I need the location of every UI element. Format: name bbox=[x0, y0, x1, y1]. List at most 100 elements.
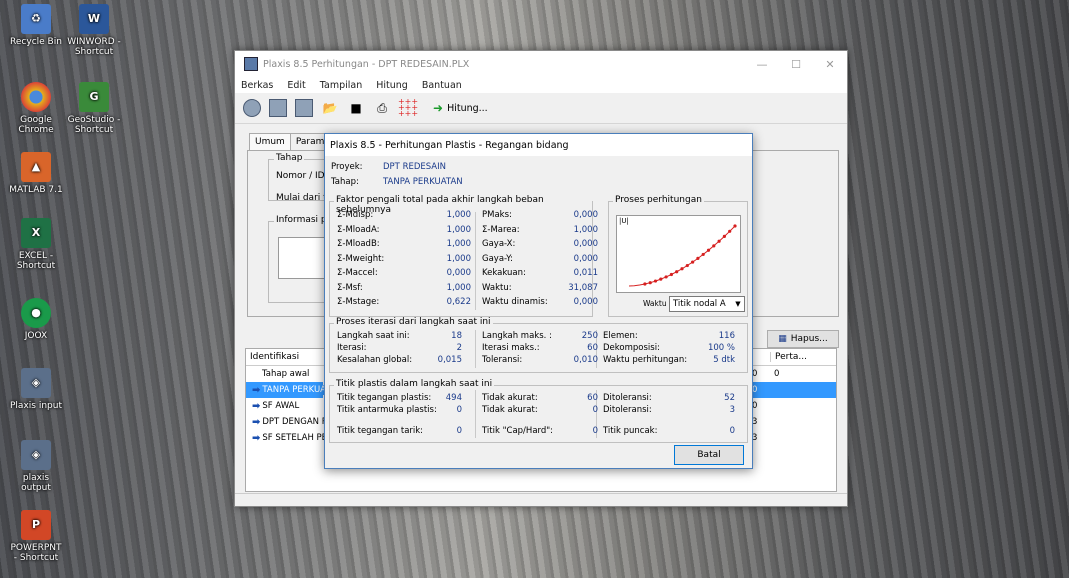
select-points-icon[interactable]: +++ +++ +++ bbox=[398, 98, 418, 118]
desktop-icon-excel[interactable]: X EXCEL - Shortcut bbox=[8, 218, 64, 271]
param-value: 0,000 bbox=[446, 268, 471, 278]
recycle-bin-icon: ♻ bbox=[21, 4, 51, 34]
curve-point bbox=[675, 270, 679, 274]
param-label: Σ-Mstage: bbox=[337, 297, 380, 307]
param-value: 116 bbox=[718, 331, 735, 341]
desktop-icon-plaxis-input[interactable]: ◈ Plaxis input bbox=[8, 368, 64, 411]
curve-point bbox=[728, 229, 732, 233]
curve-point bbox=[691, 260, 695, 264]
param-label: Σ-Mdisp: bbox=[337, 210, 374, 220]
menu-hitung[interactable]: Hitung bbox=[376, 80, 408, 91]
desktop-icon-joox[interactable]: ● JOOX bbox=[8, 298, 64, 341]
titik-nodal-select[interactable]: Titik nodal A ▼ bbox=[669, 296, 745, 312]
desktop-icon-plaxis-output[interactable]: ◈ plaxis output bbox=[8, 440, 64, 493]
param-value: 0,000 bbox=[573, 297, 598, 307]
param-label: Waktu: bbox=[482, 282, 512, 293]
input-program-icon[interactable] bbox=[243, 99, 261, 117]
minimize-button[interactable]: — bbox=[745, 58, 779, 71]
param-value: 250 bbox=[581, 331, 598, 341]
close-button[interactable]: ✕ bbox=[813, 58, 847, 71]
param-value: 0 bbox=[592, 426, 598, 436]
param-value: 1,000 bbox=[446, 224, 471, 235]
param-label: Σ-MloadB: bbox=[337, 239, 380, 249]
param-value: 0,622 bbox=[446, 297, 471, 307]
menu-bantuan[interactable]: Bantuan bbox=[422, 80, 462, 91]
desktop-icon-recycle-bin[interactable]: ♻ Recycle Bin bbox=[8, 4, 64, 47]
calculation-progress-dialog: Plaxis 8.5 - Perhitungan Plastis - Regan… bbox=[324, 133, 753, 469]
proyek-label: Proyek: bbox=[331, 162, 363, 172]
param-label: Elemen: bbox=[603, 331, 638, 341]
param-value: 52 bbox=[724, 393, 735, 403]
hapus-button[interactable]: ▦ Hapus... bbox=[767, 330, 839, 348]
param-label: Waktu perhitungan: bbox=[603, 355, 688, 365]
param-value: 0,000 bbox=[573, 210, 598, 220]
excel-icon: X bbox=[21, 218, 51, 248]
param-label: Ditoleransi: bbox=[603, 393, 652, 403]
batal-button[interactable]: Batal bbox=[674, 445, 744, 465]
dialog-title: Plaxis 8.5 - Perhitungan Plastis - Regan… bbox=[325, 134, 752, 156]
curve-point bbox=[717, 239, 721, 243]
desktop-icon-geostudio[interactable]: G GeoStudio - Shortcut bbox=[66, 82, 122, 135]
phase-arrow-icon: ➡ bbox=[252, 384, 261, 396]
param-label: Σ-Maccel: bbox=[337, 268, 378, 278]
desktop-icon-winword[interactable]: W WINWORD - Shortcut bbox=[66, 4, 122, 57]
toolbar: 📂 ■ ⎙ +++ +++ +++ ➜ Hitung... bbox=[235, 93, 847, 124]
titik-plastis-title: Titik plastis dalam langkah saat ini bbox=[334, 379, 495, 389]
menu-berkas[interactable]: Berkas bbox=[241, 80, 273, 91]
curve-point bbox=[664, 275, 668, 279]
param-value: 31,087 bbox=[568, 282, 598, 293]
phase-arrow-icon: ➡ bbox=[252, 400, 261, 412]
param-label: PMaks: bbox=[482, 210, 512, 220]
status-bar bbox=[235, 493, 847, 506]
menu-edit[interactable]: Edit bbox=[287, 80, 305, 91]
print-icon[interactable]: ⎙ bbox=[373, 99, 391, 117]
param-value: 60 bbox=[587, 343, 598, 353]
param-label: Dekomposisi: bbox=[603, 343, 660, 353]
desktop-icon-powerpoint[interactable]: P POWERPNT - Shortcut bbox=[8, 510, 64, 563]
param-value: 2 bbox=[456, 343, 462, 353]
curve-point bbox=[696, 256, 700, 260]
menu-tampilan[interactable]: Tampilan bbox=[320, 80, 362, 91]
param-label: Langkah maks. : bbox=[482, 331, 552, 341]
param-label: Iterasi: bbox=[337, 343, 367, 353]
chrome-icon bbox=[21, 82, 51, 112]
nomor-id-label: Nomor / ID.: bbox=[276, 171, 331, 181]
tab-umum[interactable]: Umum bbox=[249, 133, 291, 150]
param-value: 0,011 bbox=[573, 268, 598, 278]
desktop-icon-matlab[interactable]: ▲ MATLAB 7.1 bbox=[8, 152, 64, 195]
chevron-down-icon: ▼ bbox=[735, 300, 741, 308]
proyek-value: DPT REDESAIN bbox=[383, 162, 446, 172]
param-label: Langkah saat ini: bbox=[337, 331, 410, 341]
param-label: Gaya-X: bbox=[482, 239, 516, 249]
param-value: 18 bbox=[451, 331, 462, 341]
curves-program-icon[interactable] bbox=[295, 99, 313, 117]
param-label: Σ-Mweight: bbox=[337, 253, 385, 264]
plaxis-output-icon: ◈ bbox=[21, 440, 51, 470]
param-label: Titik puncak: bbox=[603, 426, 658, 436]
param-label: Kekakuan: bbox=[482, 268, 526, 278]
param-label: Kesalahan global: bbox=[337, 355, 413, 365]
column-perta[interactable]: Perta... bbox=[770, 352, 831, 362]
param-value: 0 bbox=[729, 426, 735, 436]
param-value: 1,000 bbox=[573, 224, 598, 235]
geostudio-icon: G bbox=[79, 82, 109, 112]
calculation-progress-graph: |U| bbox=[616, 215, 741, 293]
param-label: Σ-Msf: bbox=[337, 282, 363, 293]
param-value: 3 bbox=[729, 405, 735, 415]
powerpoint-icon: P bbox=[21, 510, 51, 540]
curve-point bbox=[659, 277, 663, 281]
param-value: 1,000 bbox=[446, 210, 471, 220]
param-value: 0,015 bbox=[437, 355, 462, 365]
proses-iterasi-title: Proses iterasi dari langkah saat ini bbox=[334, 317, 493, 327]
desktop-icon-chrome[interactable]: Google Chrome bbox=[8, 82, 64, 135]
param-value: 1,000 bbox=[446, 239, 471, 249]
param-value: 0,000 bbox=[573, 253, 598, 264]
maximize-button[interactable]: ☐ bbox=[779, 58, 813, 71]
param-label: Iterasi maks.: bbox=[482, 343, 540, 353]
save-icon[interactable]: ■ bbox=[347, 99, 365, 117]
open-folder-icon[interactable]: 📂 bbox=[321, 99, 339, 117]
curve-point bbox=[685, 263, 689, 268]
divider bbox=[475, 212, 476, 310]
output-program-icon[interactable] bbox=[269, 99, 287, 117]
calculate-button[interactable]: ➜ Hitung... bbox=[433, 101, 488, 115]
